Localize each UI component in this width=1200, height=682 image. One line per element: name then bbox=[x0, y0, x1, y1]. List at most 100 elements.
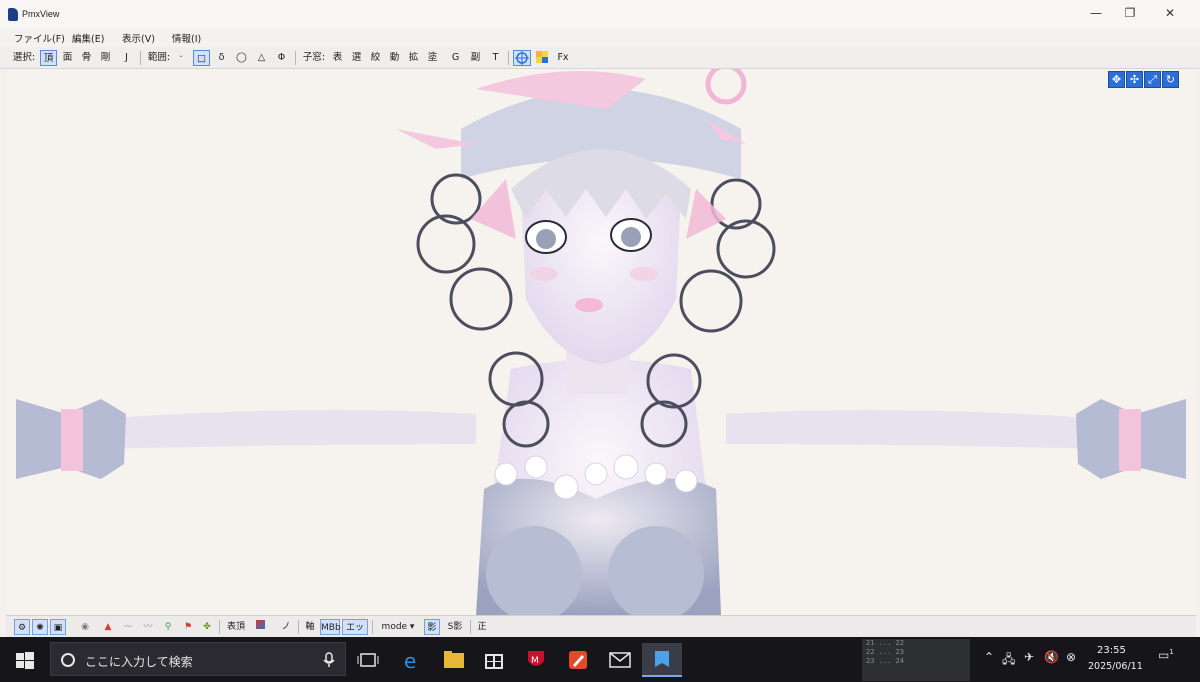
network-icon[interactable]: 🖧 bbox=[1002, 650, 1015, 671]
restore-button[interactable]: ❐ bbox=[1118, 4, 1142, 22]
menu-info[interactable]: 情報(I) bbox=[172, 31, 201, 45]
mail-button[interactable] bbox=[600, 643, 640, 677]
child-t-button[interactable]: T bbox=[488, 50, 503, 66]
right-ribbon-shape bbox=[1119, 409, 1141, 471]
mbb-button[interactable]: MBb bbox=[320, 619, 341, 635]
range-circle-button[interactable]: ◯ bbox=[233, 50, 250, 66]
clock-time[interactable]: 23:55 bbox=[1097, 645, 1126, 656]
child-scale-button[interactable]: 拡 bbox=[406, 50, 421, 66]
range-delta-button[interactable]: δ bbox=[213, 50, 230, 66]
fx-button[interactable]: Fx bbox=[555, 50, 571, 66]
store-button[interactable] bbox=[474, 643, 514, 677]
bottom-divider bbox=[298, 620, 299, 634]
windows-start-icon[interactable] bbox=[10, 645, 40, 675]
edge-button[interactable]: エッジ bbox=[342, 619, 368, 649]
view-triangle-button[interactable]: ▲ bbox=[101, 619, 115, 635]
child-filter-button[interactable]: 絞 bbox=[368, 50, 383, 66]
nomi-button[interactable]: ノミ bbox=[278, 619, 294, 648]
view-ik-button[interactable]: ✤ bbox=[200, 619, 214, 635]
range-point-button[interactable]: · bbox=[174, 50, 188, 66]
range-phi-button[interactable]: Φ bbox=[273, 50, 290, 66]
axis-toggle-button[interactable] bbox=[513, 50, 531, 66]
camera-move-button[interactable]: ✥ bbox=[1108, 71, 1125, 88]
select-label: 選択: bbox=[12, 52, 36, 63]
task-view-button[interactable] bbox=[348, 643, 388, 677]
show-vertex-button[interactable]: 表頂 bbox=[224, 619, 248, 635]
select-bone-button[interactable]: 骨 bbox=[78, 50, 95, 66]
select-joint-button[interactable]: J bbox=[118, 50, 135, 66]
edge-browser-button[interactable]: e bbox=[392, 643, 432, 677]
line-icon: ⁓ bbox=[123, 622, 133, 632]
view-dot-button[interactable]: ◉ bbox=[78, 619, 92, 635]
view-wave-button[interactable]: 〰 bbox=[141, 619, 155, 635]
menu-edit[interactable]: 編集(E) bbox=[72, 31, 104, 45]
airplane-icon[interactable]: ✈ bbox=[1024, 650, 1034, 664]
child-paint-button[interactable]: 塗 bbox=[425, 50, 440, 66]
camera-controls: ✥ ✣ ⤢ ↻ bbox=[1108, 71, 1192, 89]
lollipop-shape bbox=[705, 69, 747, 105]
pmxview-taskbar-button[interactable] bbox=[642, 643, 682, 677]
range-rect-button[interactable]: □ bbox=[193, 50, 210, 66]
volume-muted-icon[interactable]: 🔇 bbox=[1044, 650, 1059, 664]
camera-rotate-button[interactable]: ↻ bbox=[1162, 71, 1179, 88]
view-shade-button[interactable]: ▣ bbox=[50, 619, 66, 635]
bottom-divider bbox=[470, 620, 471, 634]
tray-preview-text: 21 ... 22 22 ... 23 23 ... 24 bbox=[866, 639, 904, 666]
left-blush-shape bbox=[530, 267, 558, 281]
view-line-button[interactable]: ⁓ bbox=[121, 619, 135, 635]
cortana-icon bbox=[61, 653, 75, 667]
notification-icon[interactable]: ▭1 bbox=[1158, 648, 1174, 662]
model-viewport[interactable]: ✥ ✣ ⤢ ↻ bbox=[6, 69, 1196, 615]
taskbar: ここに入力して検索 e M 21 ... 22 22 ... 23 23 ...… bbox=[0, 637, 1200, 682]
tray-line: 21 ... 22 bbox=[866, 639, 904, 647]
bottom-divider bbox=[219, 620, 220, 634]
right-iris-shape bbox=[621, 227, 641, 247]
tray-line: 23 ... 24 bbox=[866, 657, 904, 665]
file-explorer-button[interactable] bbox=[434, 643, 474, 677]
menu-file[interactable]: ファイル(F) bbox=[14, 31, 65, 45]
child-table-button[interactable]: 表 bbox=[330, 50, 345, 66]
range-triangle-button[interactable]: △ bbox=[253, 50, 270, 66]
gear-icon: ⚙ bbox=[17, 623, 27, 633]
self-shadow-button[interactable]: S影 bbox=[444, 619, 466, 635]
range-label: 範囲: bbox=[147, 52, 171, 63]
axis-button[interactable]: 軸 bbox=[302, 619, 318, 635]
child-select-button[interactable]: 選 bbox=[349, 50, 364, 66]
shadow-button[interactable]: 影 bbox=[424, 619, 440, 635]
view-light-button[interactable]: ✺ bbox=[32, 619, 48, 635]
child-sub-button[interactable]: 副 bbox=[468, 50, 483, 66]
toolbar-divider bbox=[295, 51, 296, 65]
camera-zoom-button[interactable]: ⤢ bbox=[1144, 71, 1161, 88]
close-button[interactable]: ✕ bbox=[1158, 4, 1182, 22]
mcafee-tray-icon[interactable]: ⊗ bbox=[1066, 650, 1076, 664]
left-arm-shape bbox=[96, 410, 476, 449]
pen-app-button[interactable] bbox=[558, 643, 598, 677]
pmxview-icon bbox=[655, 651, 669, 667]
mode-dropdown[interactable]: mode ▾ bbox=[376, 619, 420, 635]
select-face-button[interactable]: 面 bbox=[59, 50, 76, 66]
view-gear-button[interactable]: ⚙ bbox=[14, 619, 30, 635]
clock-date[interactable]: 2025/06/11 bbox=[1088, 661, 1143, 672]
model-render bbox=[16, 69, 1186, 615]
menu-view[interactable]: 表示(V) bbox=[122, 31, 155, 45]
title-bar: PmxView — ❐ ✕ bbox=[0, 0, 1200, 28]
color-swatch-button[interactable] bbox=[254, 619, 266, 635]
microphone-icon[interactable] bbox=[323, 652, 335, 668]
toolbar: 選択: 頂 面 骨 剛 J 範囲: · □ δ ◯ △ Φ 子窓: 表 選 絞 … bbox=[0, 47, 1200, 69]
mcafee-button[interactable]: M bbox=[516, 643, 556, 677]
taskbar-search-box[interactable]: ここに入力して検索 bbox=[50, 642, 346, 676]
child-g-button[interactable]: G bbox=[448, 50, 463, 66]
chevron-up-icon[interactable]: ⌃ bbox=[984, 650, 994, 664]
minimize-button[interactable]: — bbox=[1084, 4, 1108, 22]
front-view-button[interactable]: 正 bbox=[474, 619, 490, 635]
left-ribbon-shape bbox=[61, 409, 83, 471]
grid-toggle-button[interactable] bbox=[533, 50, 551, 66]
view-pin-button[interactable]: ⚑ bbox=[181, 619, 195, 635]
color-swatch-icon bbox=[255, 620, 265, 629]
right-hair-ribbon-shape bbox=[686, 189, 726, 239]
child-move-button[interactable]: 動 bbox=[387, 50, 402, 66]
select-rigid-button[interactable]: 剛 bbox=[97, 50, 114, 66]
camera-pan-button[interactable]: ✣ bbox=[1126, 71, 1143, 88]
view-bone-button[interactable]: ⚲ bbox=[161, 619, 175, 635]
select-vertex-button[interactable]: 頂 bbox=[40, 50, 57, 66]
